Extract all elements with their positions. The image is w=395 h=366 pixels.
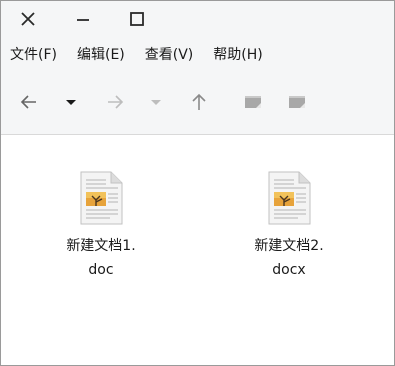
back-button[interactable] bbox=[17, 90, 41, 114]
minimize-button[interactable] bbox=[71, 7, 95, 31]
back-arrow-icon bbox=[20, 95, 36, 109]
menu-file[interactable]: 文件(F) bbox=[1, 39, 67, 71]
menu-view[interactable]: 查看(V) bbox=[135, 39, 204, 71]
menu-edit[interactable]: 编辑(E) bbox=[67, 39, 135, 71]
forward-arrow-icon bbox=[108, 95, 124, 109]
up-button[interactable] bbox=[187, 90, 211, 114]
dropdown-icon bbox=[151, 100, 161, 105]
minimize-icon bbox=[77, 19, 89, 21]
document-image-icon bbox=[80, 171, 123, 225]
maximize-button[interactable] bbox=[125, 7, 149, 31]
view-icon bbox=[289, 96, 305, 108]
file-name: 新建文档2. docx bbox=[229, 234, 349, 282]
back-history-dropdown[interactable] bbox=[59, 90, 83, 114]
menu-help[interactable]: 帮助(H) bbox=[203, 39, 272, 71]
dropdown-icon bbox=[66, 100, 76, 105]
toolbar bbox=[1, 79, 394, 125]
forward-history-dropdown[interactable] bbox=[144, 90, 168, 114]
file-name-line2: doc bbox=[88, 262, 114, 278]
view-button-2[interactable] bbox=[285, 90, 309, 114]
file-name-line1: 新建文档2. bbox=[254, 238, 324, 254]
file-name-line2: docx bbox=[272, 262, 306, 278]
file-item[interactable]: 新建文档1. doc bbox=[41, 171, 161, 282]
view-button-1[interactable] bbox=[241, 90, 265, 114]
close-icon bbox=[21, 12, 35, 26]
menu-bar: 文件(F) 编辑(E) 查看(V) 帮助(H) bbox=[1, 39, 394, 71]
forward-button[interactable] bbox=[103, 90, 127, 114]
file-manager-window: 文件(F) 编辑(E) 查看(V) 帮助(H) 新建文档1. doc 新建文档2… bbox=[0, 0, 395, 366]
maximize-icon bbox=[130, 12, 144, 26]
up-arrow-icon bbox=[192, 93, 206, 110]
document-image-icon bbox=[268, 171, 311, 225]
close-button[interactable] bbox=[16, 7, 40, 31]
file-item[interactable]: 新建文档2. docx bbox=[229, 171, 349, 282]
file-view-area[interactable]: 新建文档1. doc 新建文档2. docx bbox=[1, 134, 394, 365]
title-bar bbox=[1, 1, 394, 37]
file-name-line1: 新建文档1. bbox=[66, 238, 136, 254]
file-name: 新建文档1. doc bbox=[41, 234, 161, 282]
view-icon bbox=[245, 96, 261, 108]
